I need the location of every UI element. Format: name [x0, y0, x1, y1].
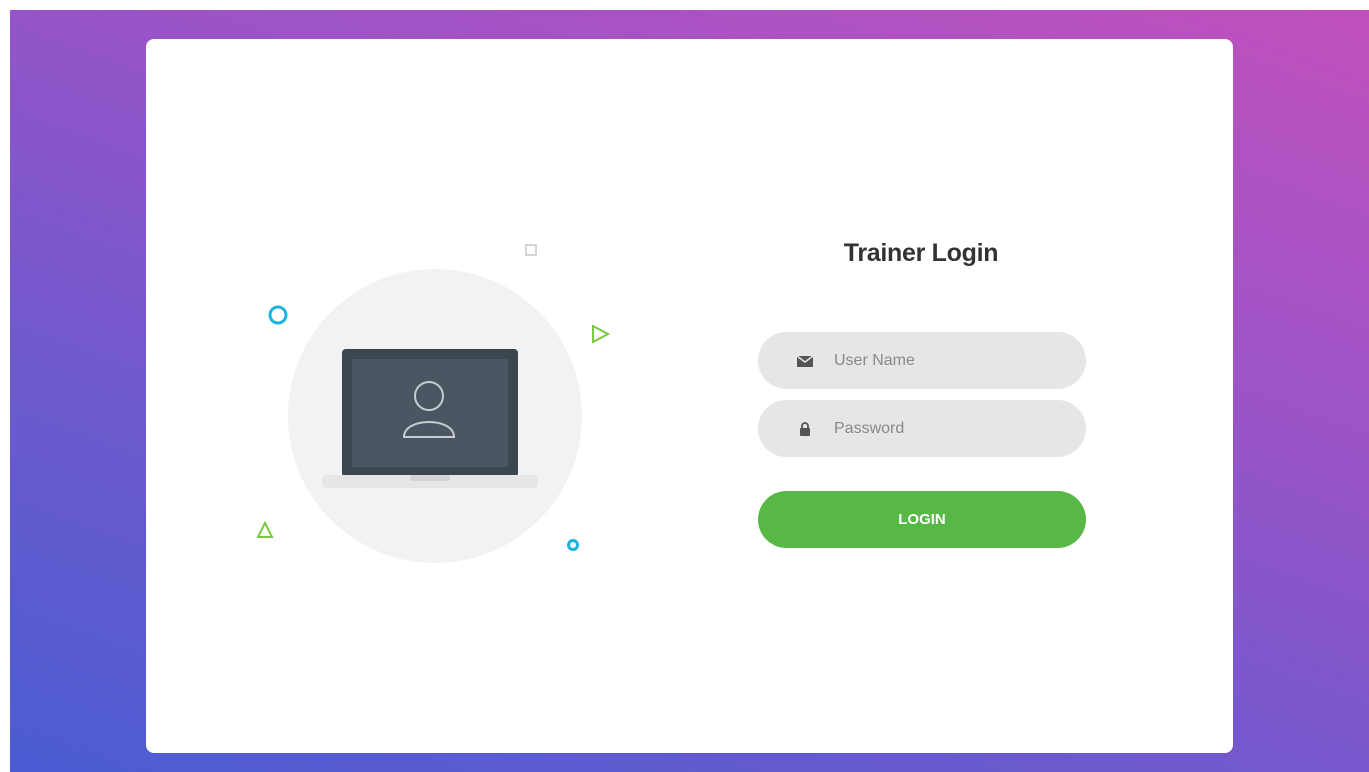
login-card: Trainer Login LOGIN — [146, 39, 1233, 753]
lock-icon — [800, 422, 810, 436]
page-title: Trainer Login — [843, 239, 999, 267]
laptop-notch — [410, 475, 450, 481]
password-field[interactable] — [758, 400, 1086, 457]
blue-ring-small — [567, 539, 579, 551]
blue-ring-large — [268, 305, 288, 325]
login-button[interactable]: LOGIN — [758, 491, 1086, 548]
laptop-user-icon — [322, 349, 538, 488]
username-field[interactable] — [758, 332, 1086, 389]
username-input[interactable] — [834, 332, 1064, 389]
login-illustration — [256, 244, 611, 563]
green-triangle-up — [256, 520, 274, 538]
laptop-screen — [352, 359, 508, 467]
envelope-icon — [796, 355, 814, 367]
square-shape — [525, 244, 537, 256]
green-triangle-right — [592, 324, 611, 344]
password-input[interactable] — [834, 400, 1064, 457]
